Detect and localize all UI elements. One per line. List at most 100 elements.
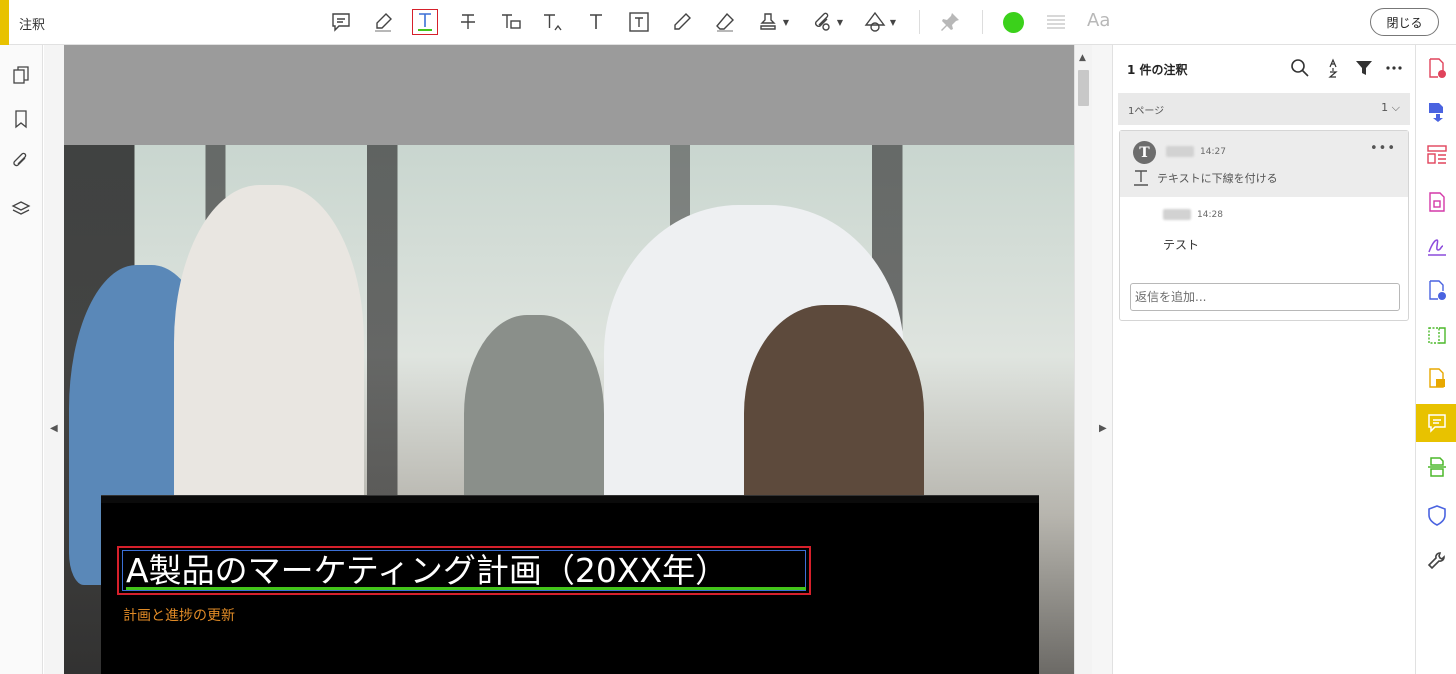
compress-pdf-tool[interactable]: [1416, 183, 1456, 221]
shapes-tool[interactable]: ▼: [862, 9, 896, 35]
reply-author-redacted: [1163, 209, 1191, 220]
underline-mark: [126, 587, 806, 590]
strikethrough-t-icon: [461, 14, 475, 29]
pin-tool[interactable]: [937, 9, 963, 35]
underline-annotation[interactable]: A製品のマーケティング計画（20XX年）: [122, 550, 806, 591]
reply-input[interactable]: [1130, 283, 1400, 311]
chevron-down-icon: ▼: [889, 18, 896, 27]
shapes-icon: [864, 11, 886, 32]
bookmark-icon: [15, 110, 27, 129]
comments-header: 1 件の注釈: [1113, 45, 1415, 91]
toolbar-divider: [982, 10, 983, 34]
acrobat-window: 注釈 ▼ ▼ ▼ Aa 閉じる ◀ A製品のマーケティング計画（20XX年） 計…: [0, 0, 1456, 674]
toolbar-accent: [0, 0, 9, 45]
organize-pages-tool[interactable]: [1416, 136, 1456, 174]
page-thumbnails-button[interactable]: [9, 63, 33, 87]
comment-options-button[interactable]: •••: [1370, 141, 1396, 156]
page-group-header[interactable]: 1ページ 1 ⌵: [1118, 93, 1410, 125]
filter-icon: [1356, 61, 1372, 75]
highlight-tool[interactable]: [370, 9, 396, 35]
comment-tool[interactable]: [328, 9, 354, 35]
shield-icon: [1427, 505, 1446, 526]
comment-toolbar: 注釈 ▼ ▼ ▼ Aa 閉じる: [0, 0, 1456, 45]
attachments-button[interactable]: [9, 150, 33, 174]
combine-files-tool[interactable]: [1416, 359, 1456, 397]
layers-icon: [11, 201, 31, 215]
title-banner: A製品のマーケティング計画（20XX年） 計画と進捗の更新: [101, 495, 1039, 674]
export-pdf-tool[interactable]: [1416, 93, 1456, 131]
font-properties[interactable]: Aa: [1087, 10, 1110, 31]
sticky-note-icon: [332, 13, 350, 32]
author-name-redacted: [1166, 146, 1194, 157]
left-panel-toggle[interactable]: ◀: [44, 45, 64, 674]
signature-icon: [1427, 239, 1446, 256]
protect-tool[interactable]: [1416, 496, 1456, 534]
underline-t-icon: [418, 13, 432, 31]
chevron-down-icon: ▼: [782, 18, 789, 27]
pages-icon: [13, 66, 29, 84]
strikethrough-tool[interactable]: [455, 9, 481, 35]
stamp-icon: [760, 13, 776, 30]
comment-time: 14:27: [1200, 147, 1226, 157]
comment-card[interactable]: T 14:27 ••• テキストに下線を付ける 14:28 テスト: [1119, 130, 1409, 321]
annotation-type-label: テキストに下線を付ける: [1157, 172, 1278, 185]
page-gap: [64, 45, 1074, 145]
fill-sign-tool[interactable]: [1416, 227, 1456, 265]
scroll-up-icon[interactable]: ▲: [1079, 53, 1086, 63]
right-panel-toggle[interactable]: ▶: [1092, 45, 1113, 674]
chevron-left-icon: ◀: [50, 423, 58, 434]
insert-text-icon: [544, 14, 562, 31]
comment-main: T 14:27 ••• テキストに下線を付ける: [1120, 131, 1408, 197]
eraser-tool[interactable]: [712, 9, 738, 35]
color-picker[interactable]: [1003, 12, 1024, 33]
edit-pdf-tool[interactable]: [1416, 316, 1456, 354]
toolbar-divider: [919, 10, 920, 34]
combine-files-icon: [1428, 368, 1445, 388]
close-button[interactable]: 閉じる: [1370, 8, 1439, 36]
pencil-tool[interactable]: [669, 9, 695, 35]
scan-ocr-tool[interactable]: [1416, 448, 1456, 486]
document-headline: A製品のマーケティング計画（20XX年）: [126, 551, 729, 590]
comment-icon: [1427, 414, 1446, 433]
document-subtitle: 計画と進捗の更新: [123, 608, 235, 624]
chevron-right-icon: ▶: [1099, 423, 1107, 434]
stamp-tool[interactable]: ▼: [755, 9, 789, 35]
request-signature-icon: [1428, 280, 1446, 300]
export-pdf-icon: [1428, 103, 1443, 122]
create-pdf-icon: [1428, 58, 1446, 78]
comment-tool-active[interactable]: [1416, 404, 1456, 442]
document-view[interactable]: A製品のマーケティング計画（20XX年） 計画と進捗の更新: [64, 45, 1074, 674]
photo-person: [174, 185, 364, 535]
layers-button[interactable]: [9, 197, 33, 221]
panel-options-button[interactable]: [1383, 57, 1405, 79]
left-nav-rail: [0, 45, 43, 674]
vertical-scrollbar[interactable]: ▲: [1074, 45, 1092, 674]
eraser-icon: [716, 12, 734, 32]
banner-rule: [101, 495, 1039, 503]
pencil-icon: [674, 13, 691, 30]
page-group-label: 1ページ: [1128, 106, 1165, 117]
search-comments-button[interactable]: [1289, 57, 1311, 79]
annotation-selection[interactable]: A製品のマーケティング計画（20XX年）: [117, 546, 811, 595]
organize-pages-icon: [1426, 145, 1447, 164]
chevron-down-icon: ▼: [836, 18, 843, 27]
add-text-tool[interactable]: [583, 9, 609, 35]
textbox-tool[interactable]: [626, 9, 652, 35]
underline-text-tool[interactable]: [412, 9, 438, 35]
bookmarks-button[interactable]: [9, 107, 33, 131]
comments-panel: 1 件の注釈 1ページ 1 ⌵ T 14:27 ••• テキストに下線を付ける …: [1113, 45, 1415, 674]
replace-text-tool[interactable]: [498, 9, 524, 35]
highlighter-icon: [375, 13, 392, 32]
insert-text-tool[interactable]: [540, 9, 566, 35]
scroll-thumb[interactable]: [1078, 70, 1089, 106]
request-signature-tool[interactable]: [1416, 271, 1456, 309]
sort-button[interactable]: [1322, 57, 1344, 79]
toolbar-title: 注釈: [19, 18, 46, 33]
attach-tool[interactable]: ▼: [809, 9, 843, 35]
more-tools[interactable]: [1416, 542, 1456, 580]
filter-button[interactable]: [1353, 57, 1375, 79]
create-pdf-tool[interactable]: [1416, 49, 1456, 87]
paperclip-icon: [815, 12, 830, 31]
line-weight-tool[interactable]: [1043, 9, 1069, 35]
line-weight-icon: [1047, 15, 1065, 29]
